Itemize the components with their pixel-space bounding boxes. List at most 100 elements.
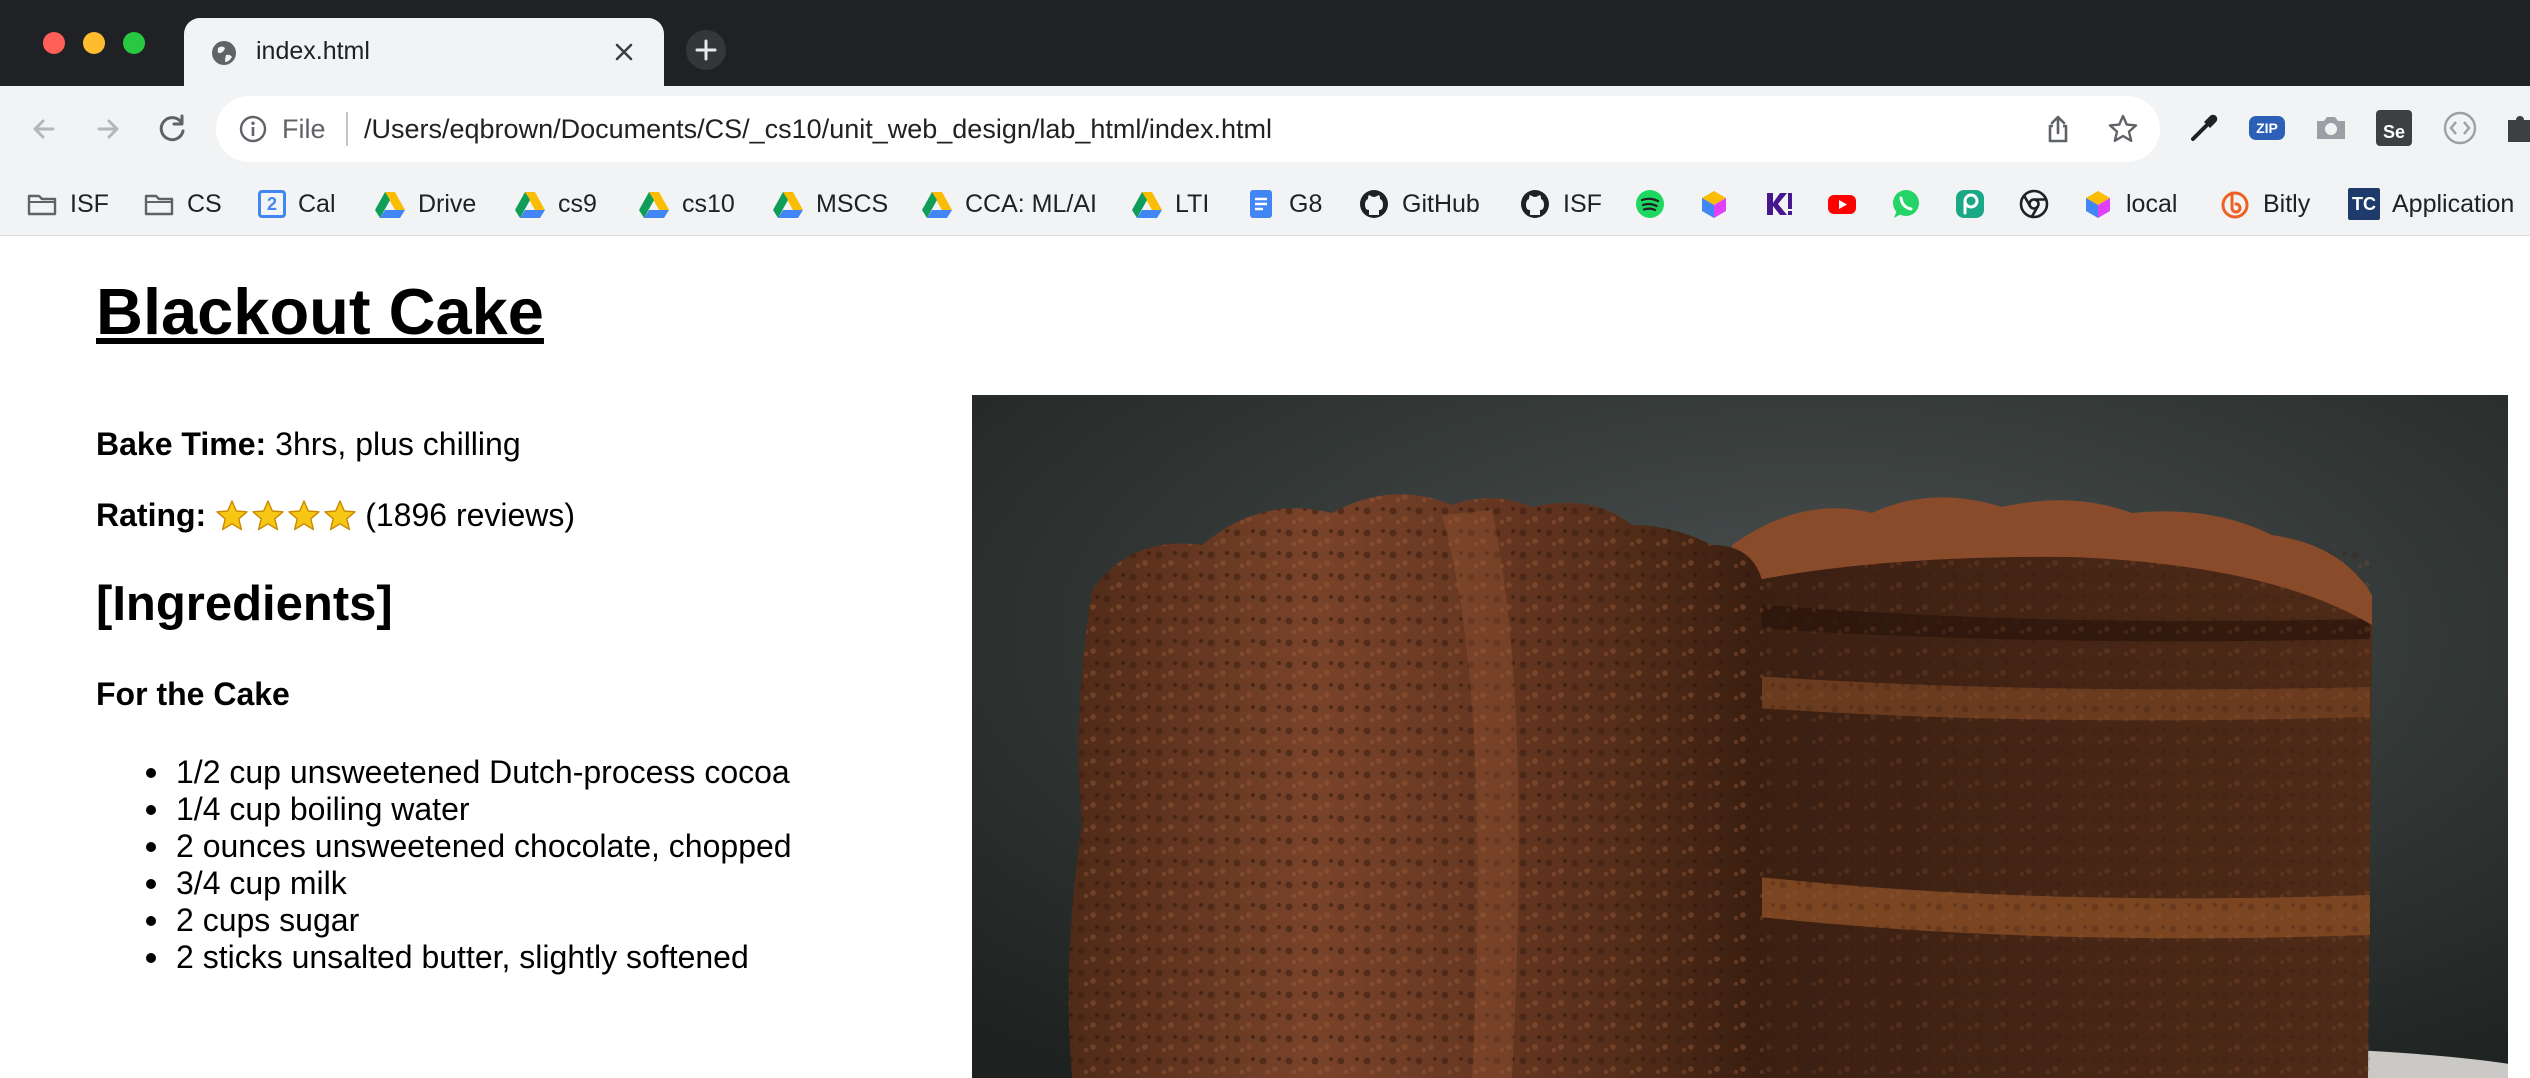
list-item: 3/4 cup milk <box>146 865 792 902</box>
forward-arrow-icon[interactable] <box>87 108 129 150</box>
bookmark-label: MSCS <box>816 189 889 218</box>
bookmarks-bar: ISF CS 2 Cal Drive cs9 cs10 MSCS CCA: ML… <box>0 172 2530 236</box>
address-bar[interactable]: File /Users/eqbrown/Documents/CS/_cs10/u… <box>216 96 2160 162</box>
rating-star-icon <box>324 499 356 530</box>
bookmark-label: GitHub <box>1402 189 1480 218</box>
eyedropper-extension-icon[interactable] <box>2186 110 2222 146</box>
bookmark-label: LTI <box>1175 189 1210 218</box>
bookmark-bitly[interactable]: Bitly <box>2219 182 2310 226</box>
github-icon <box>1360 190 1388 218</box>
tc-icon: TC <box>2348 188 2380 220</box>
drive-icon <box>1132 192 1162 218</box>
bookmark-github[interactable]: GitHub <box>1358 182 1480 226</box>
bookmark-isf-folder[interactable]: ISF <box>26 182 109 226</box>
tab-index-html[interactable]: index.html <box>184 18 664 86</box>
bake-time-label: Bake Time: <box>96 426 267 462</box>
bookmark-p-app[interactable] <box>1954 182 1986 226</box>
rating-label: Rating: <box>96 497 207 533</box>
tab-strip: index.html <box>0 0 2530 86</box>
bookmark-drive[interactable]: Drive <box>374 182 476 226</box>
bookmark-g8[interactable]: G8 <box>1245 182 1322 226</box>
bookmark-isf-github[interactable]: ISF <box>1519 182 1602 226</box>
page-title: Blackout Cake <box>96 275 544 348</box>
bookmark-label: G8 <box>1289 189 1323 218</box>
bookmark-whatsapp[interactable] <box>1890 182 1922 226</box>
list-item: 2 cups sugar <box>146 902 792 939</box>
bookmark-cube[interactable] <box>1698 182 1730 226</box>
bookmark-label: Cal <box>298 189 336 218</box>
close-icon[interactable] <box>610 38 638 66</box>
bookmark-mscs[interactable]: MSCS <box>772 182 888 226</box>
camera-extension-icon[interactable] <box>2313 110 2349 146</box>
minimize-window-button[interactable] <box>83 32 105 54</box>
selenium-extension-icon[interactable]: Se <box>2376 110 2412 146</box>
ingredient-list: 1/2 cup unsweetened Dutch-process cocoa … <box>146 754 792 976</box>
bookmark-label: Bitly <box>2263 189 2311 218</box>
list-item: 1/2 cup unsweetened Dutch-process cocoa <box>146 754 790 790</box>
bookmark-kahoot[interactable] <box>1762 182 1794 226</box>
drive-icon <box>773 192 803 218</box>
bookmark-star-icon[interactable] <box>2107 113 2139 145</box>
list-item: 2 ounces unsweetened chocolate, chopped <box>146 828 792 864</box>
close-window-button[interactable] <box>43 32 65 54</box>
maximize-window-button[interactable] <box>123 32 145 54</box>
bookmark-chrome-app[interactable] <box>2018 182 2050 226</box>
docs-icon <box>1250 190 1272 218</box>
bookmark-label: CS <box>187 189 222 218</box>
back-arrow-icon[interactable] <box>23 108 65 150</box>
bookmark-lti[interactable]: LTI <box>1131 182 1209 226</box>
bookmark-local[interactable]: local <box>2082 182 2177 226</box>
zip-extension-icon[interactable]: ZIP <box>2249 116 2285 140</box>
kahoot-icon <box>1767 193 1792 215</box>
bookmark-youtube[interactable] <box>1826 182 1858 226</box>
rating-star-icon <box>252 499 284 530</box>
puzzle-extensions-icon[interactable] <box>2504 110 2530 146</box>
bookmark-label: local <box>2126 189 2178 218</box>
cake-photo <box>972 395 2508 1078</box>
rating-star-icon <box>216 499 248 530</box>
rating-reviews: (1896 reviews) <box>365 497 576 533</box>
p-icon <box>1956 190 1984 218</box>
bookmark-cs10[interactable]: cs10 <box>638 182 735 226</box>
url-text[interactable]: /Users/eqbrown/Documents/CS/_cs10/unit_w… <box>364 114 1272 145</box>
list-item: 1/4 cup boiling water <box>146 791 792 828</box>
whatsapp-icon <box>1893 190 1919 218</box>
folder-icon <box>144 194 174 216</box>
url-scheme-label: File <box>282 114 326 144</box>
youtube-icon <box>1828 195 1856 214</box>
reload-icon[interactable] <box>151 108 193 150</box>
chocolate-cake-image <box>972 395 2508 1078</box>
code-extension-icon[interactable] <box>2442 110 2478 146</box>
bookmark-label: cs10 <box>682 189 735 218</box>
globe-icon <box>212 41 236 65</box>
bookmark-label: CCA: ML/AI <box>965 189 1097 218</box>
chrome-icon <box>2019 189 2049 219</box>
share-icon[interactable] <box>2042 113 2074 145</box>
rating-star-icon <box>288 499 320 530</box>
rating-line: Rating: (1896 reviews) <box>96 497 575 534</box>
info-icon[interactable] <box>238 114 268 144</box>
list-item: 2 sticks unsalted butter, slightly softe… <box>146 939 792 976</box>
spotify-icon <box>1636 190 1664 218</box>
bookmark-cca-ml-ai[interactable]: CCA: ML/AI <box>921 182 1097 226</box>
bitly-icon <box>2221 191 2249 219</box>
bookmark-label: Application <box>2392 189 2515 218</box>
calendar-icon: 2 <box>258 190 286 218</box>
bookmark-label: Drive <box>418 189 477 218</box>
bookmark-cal[interactable]: 2 Cal <box>258 182 336 226</box>
calendar-day: 2 <box>266 193 277 214</box>
drive-icon <box>922 192 952 218</box>
bookmark-spotify[interactable] <box>1634 182 1666 226</box>
bookmark-cs-folder[interactable]: CS <box>143 182 222 226</box>
address-separator <box>346 112 348 146</box>
bookmark-cs9[interactable]: cs9 <box>514 182 597 226</box>
drive-icon <box>375 192 405 218</box>
ingredients-heading: [Ingredients] <box>96 577 393 631</box>
bake-time-value: 3hrs, plus chilling <box>275 426 521 462</box>
bookmark-application[interactable]: TC Application <box>2348 182 2514 226</box>
new-tab-button[interactable] <box>686 30 726 70</box>
drive-icon <box>515 192 545 218</box>
bake-time-line: Bake Time: 3hrs, plus chilling <box>96 426 521 463</box>
cube-icon <box>2086 191 2110 218</box>
bookmark-label: ISF <box>1563 189 1602 218</box>
